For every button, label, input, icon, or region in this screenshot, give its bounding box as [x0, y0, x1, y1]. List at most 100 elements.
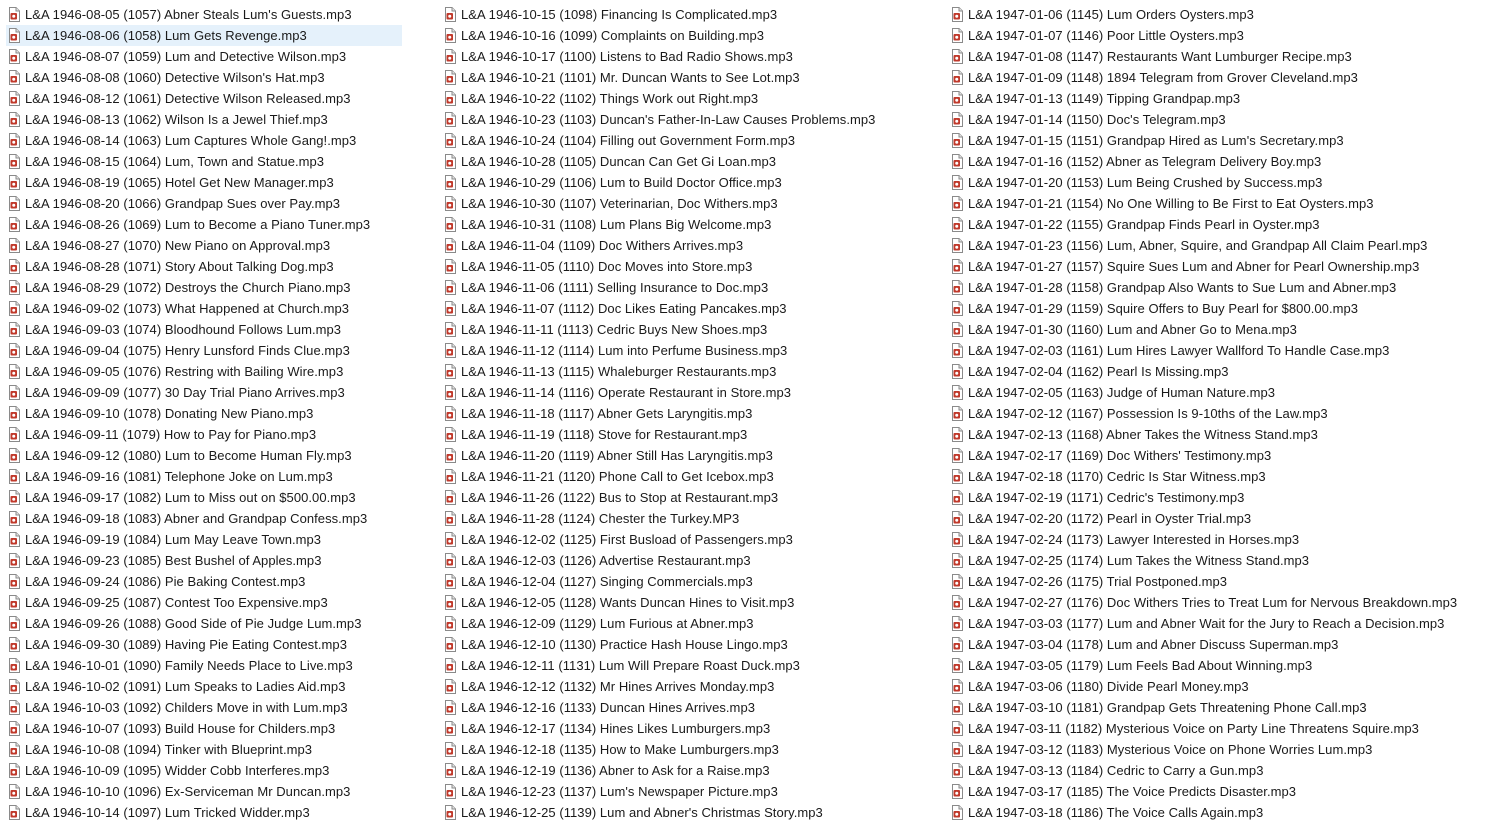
list-item[interactable]: L&A 1946-11-19 (1118) Stove for Restaura… — [442, 424, 912, 445]
list-item[interactable]: L&A 1946-10-23 (1103) Duncan's Father-In… — [442, 109, 912, 130]
list-item[interactable]: L&A 1946-08-06 (1058) Lum Gets Revenge.m… — [6, 25, 402, 46]
list-item[interactable]: L&A 1946-12-16 (1133) Duncan Hines Arriv… — [442, 697, 912, 718]
list-item[interactable]: L&A 1946-08-20 (1066) Grandpap Sues over… — [6, 193, 402, 214]
list-item[interactable]: L&A 1947-01-28 (1158) Grandpap Also Want… — [949, 277, 1501, 298]
list-item[interactable]: L&A 1946-10-02 (1091) Lum Speaks to Ladi… — [6, 676, 402, 697]
list-item[interactable]: L&A 1946-12-25 (1139) Lum and Abner's Ch… — [442, 802, 912, 823]
list-item[interactable]: L&A 1947-01-30 (1160) Lum and Abner Go t… — [949, 319, 1501, 340]
list-item[interactable]: L&A 1946-10-10 (1096) Ex-Serviceman Mr D… — [6, 781, 402, 802]
list-item[interactable]: L&A 1947-02-26 (1175) Trial Postponed.mp… — [949, 571, 1501, 592]
list-item[interactable]: L&A 1946-12-19 (1136) Abner to Ask for a… — [442, 760, 912, 781]
list-item[interactable]: L&A 1946-12-12 (1132) Mr Hines Arrives M… — [442, 676, 912, 697]
list-item[interactable]: L&A 1946-08-08 (1060) Detective Wilson's… — [6, 67, 402, 88]
list-item[interactable]: L&A 1947-02-05 (1163) Judge of Human Nat… — [949, 382, 1501, 403]
list-item[interactable]: L&A 1946-09-09 (1077) 30 Day Trial Piano… — [6, 382, 402, 403]
list-item[interactable]: L&A 1946-10-09 (1095) Widder Cobb Interf… — [6, 760, 402, 781]
list-item[interactable]: L&A 1946-09-10 (1078) Donating New Piano… — [6, 403, 402, 424]
list-item[interactable]: L&A 1946-10-14 (1097) Lum Tricked Widder… — [6, 802, 402, 823]
list-item[interactable]: L&A 1946-09-02 (1073) What Happened at C… — [6, 298, 402, 319]
list-item[interactable]: L&A 1946-12-11 (1131) Lum Will Prepare R… — [442, 655, 912, 676]
list-item[interactable]: L&A 1947-01-20 (1153) Lum Being Crushed … — [949, 172, 1501, 193]
list-item[interactable]: L&A 1947-02-18 (1170) Cedric Is Star Wit… — [949, 466, 1501, 487]
list-item[interactable]: L&A 1946-08-19 (1065) Hotel Get New Mana… — [6, 172, 402, 193]
list-item[interactable]: L&A 1947-02-03 (1161) Lum Hires Lawyer W… — [949, 340, 1501, 361]
list-item[interactable]: L&A 1947-03-12 (1183) Mysterious Voice o… — [949, 739, 1501, 760]
list-item[interactable]: L&A 1946-11-28 (1124) Chester the Turkey… — [442, 508, 912, 529]
list-item[interactable]: L&A 1946-12-04 (1127) Singing Commercial… — [442, 571, 912, 592]
list-item[interactable]: L&A 1946-08-29 (1072) Destroys the Churc… — [6, 277, 402, 298]
list-item[interactable]: L&A 1946-09-18 (1083) Abner and Grandpap… — [6, 508, 402, 529]
list-item[interactable]: L&A 1947-01-14 (1150) Doc's Telegram.mp3 — [949, 109, 1501, 130]
list-item[interactable]: L&A 1947-01-21 (1154) No One Willing to … — [949, 193, 1501, 214]
list-item[interactable]: L&A 1947-01-15 (1151) Grandpap Hired as … — [949, 130, 1501, 151]
list-item[interactable]: L&A 1947-02-27 (1176) Doc Withers Tries … — [949, 592, 1501, 613]
list-item[interactable]: L&A 1947-02-04 (1162) Pearl Is Missing.m… — [949, 361, 1501, 382]
list-item[interactable]: L&A 1947-03-05 (1179) Lum Feels Bad Abou… — [949, 655, 1501, 676]
list-item[interactable]: L&A 1947-02-12 (1167) Possession Is 9-10… — [949, 403, 1501, 424]
list-item[interactable]: L&A 1947-03-11 (1182) Mysterious Voice o… — [949, 718, 1501, 739]
list-item[interactable]: L&A 1947-01-13 (1149) Tipping Grandpap.m… — [949, 88, 1501, 109]
list-item[interactable]: L&A 1946-09-23 (1085) Best Bushel of App… — [6, 550, 402, 571]
list-item[interactable]: L&A 1946-10-01 (1090) Family Needs Place… — [6, 655, 402, 676]
list-item[interactable]: L&A 1946-12-03 (1126) Advertise Restaura… — [442, 550, 912, 571]
list-item[interactable]: L&A 1946-11-07 (1112) Doc Likes Eating P… — [442, 298, 912, 319]
list-item[interactable]: L&A 1946-09-16 (1081) Telephone Joke on … — [6, 466, 402, 487]
list-item[interactable]: L&A 1946-08-27 (1070) New Piano on Appro… — [6, 235, 402, 256]
list-item[interactable]: L&A 1946-11-06 (1111) Selling Insurance … — [442, 277, 912, 298]
list-item[interactable]: L&A 1946-08-12 (1061) Detective Wilson R… — [6, 88, 402, 109]
list-item[interactable]: L&A 1947-02-13 (1168) Abner Takes the Wi… — [949, 424, 1501, 445]
list-item[interactable]: L&A 1946-08-28 (1071) Story About Talkin… — [6, 256, 402, 277]
list-item[interactable]: L&A 1946-08-26 (1069) Lum to Become a Pi… — [6, 214, 402, 235]
list-item[interactable]: L&A 1946-09-04 (1075) Henry Lunsford Fin… — [6, 340, 402, 361]
list-item[interactable]: L&A 1946-09-19 (1084) Lum May Leave Town… — [6, 529, 402, 550]
list-item[interactable]: L&A 1946-11-18 (1117) Abner Gets Laryngi… — [442, 403, 912, 424]
list-item[interactable]: L&A 1946-11-13 (1115) Whaleburger Restau… — [442, 361, 912, 382]
list-item[interactable]: L&A 1946-12-17 (1134) Hines Likes Lumbur… — [442, 718, 912, 739]
list-item[interactable]: L&A 1947-03-18 (1186) The Voice Calls Ag… — [949, 802, 1501, 823]
list-item[interactable]: L&A 1946-09-03 (1074) Bloodhound Follows… — [6, 319, 402, 340]
list-item[interactable]: L&A 1946-12-10 (1130) Practice Hash Hous… — [442, 634, 912, 655]
list-item[interactable]: L&A 1947-01-22 (1155) Grandpap Finds Pea… — [949, 214, 1501, 235]
list-item[interactable]: L&A 1946-09-25 (1087) Contest Too Expens… — [6, 592, 402, 613]
list-item[interactable]: L&A 1947-02-17 (1169) Doc Withers' Testi… — [949, 445, 1501, 466]
list-item[interactable]: L&A 1946-10-03 (1092) Childers Move in w… — [6, 697, 402, 718]
list-item[interactable]: L&A 1946-10-28 (1105) Duncan Can Get Gi … — [442, 151, 912, 172]
list-item[interactable]: L&A 1946-10-30 (1107) Veterinarian, Doc … — [442, 193, 912, 214]
list-item[interactable]: L&A 1946-09-24 (1086) Pie Baking Contest… — [6, 571, 402, 592]
list-item[interactable]: L&A 1946-11-14 (1116) Operate Restaurant… — [442, 382, 912, 403]
list-item[interactable]: L&A 1946-11-21 (1120) Phone Call to Get … — [442, 466, 912, 487]
list-item[interactable]: L&A 1946-10-21 (1101) Mr. Duncan Wants t… — [442, 67, 912, 88]
list-item[interactable]: L&A 1946-12-09 (1129) Lum Furious at Abn… — [442, 613, 912, 634]
list-item[interactable]: L&A 1946-10-31 (1108) Lum Plans Big Welc… — [442, 214, 912, 235]
list-item[interactable]: L&A 1946-11-26 (1122) Bus to Stop at Res… — [442, 487, 912, 508]
list-item[interactable]: L&A 1946-10-17 (1100) Listens to Bad Rad… — [442, 46, 912, 67]
list-item[interactable]: L&A 1946-08-14 (1063) Lum Captures Whole… — [6, 130, 402, 151]
list-item[interactable]: L&A 1946-11-11 (1113) Cedric Buys New Sh… — [442, 319, 912, 340]
list-item[interactable]: L&A 1947-01-16 (1152) Abner as Telegram … — [949, 151, 1501, 172]
list-item[interactable]: L&A 1947-02-24 (1173) Lawyer Interested … — [949, 529, 1501, 550]
list-item[interactable]: L&A 1946-10-07 (1093) Build House for Ch… — [6, 718, 402, 739]
list-item[interactable]: L&A 1947-03-04 (1178) Lum and Abner Disc… — [949, 634, 1501, 655]
list-item[interactable]: L&A 1946-09-05 (1076) Restring with Bail… — [6, 361, 402, 382]
list-item[interactable]: L&A 1946-10-16 (1099) Complaints on Buil… — [442, 25, 912, 46]
list-item[interactable]: L&A 1946-09-30 (1089) Having Pie Eating … — [6, 634, 402, 655]
list-item[interactable]: L&A 1946-11-04 (1109) Doc Withers Arrive… — [442, 235, 912, 256]
list-item[interactable]: L&A 1946-09-12 (1080) Lum to Become Huma… — [6, 445, 402, 466]
list-item[interactable]: L&A 1946-08-13 (1062) Wilson Is a Jewel … — [6, 109, 402, 130]
list-item[interactable]: L&A 1947-03-10 (1181) Grandpap Gets Thre… — [949, 697, 1501, 718]
list-item[interactable]: L&A 1946-10-08 (1094) Tinker with Bluepr… — [6, 739, 402, 760]
list-item[interactable]: L&A 1947-01-06 (1145) Lum Orders Oysters… — [949, 4, 1501, 25]
list-item[interactable]: L&A 1947-01-08 (1147) Restaurants Want L… — [949, 46, 1501, 67]
list-item[interactable]: L&A 1947-01-09 (1148) 1894 Telegram from… — [949, 67, 1501, 88]
list-item[interactable]: L&A 1946-08-07 (1059) Lum and Detective … — [6, 46, 402, 67]
list-item[interactable]: L&A 1946-10-24 (1104) Filling out Govern… — [442, 130, 912, 151]
list-item[interactable]: L&A 1946-09-17 (1082) Lum to Miss out on… — [6, 487, 402, 508]
list-item[interactable]: L&A 1946-08-05 (1057) Abner Steals Lum's… — [6, 4, 402, 25]
list-item[interactable]: L&A 1946-12-18 (1135) How to Make Lumbur… — [442, 739, 912, 760]
list-item[interactable]: L&A 1946-12-05 (1128) Wants Duncan Hines… — [442, 592, 912, 613]
list-item[interactable]: L&A 1946-11-12 (1114) Lum into Perfume B… — [442, 340, 912, 361]
list-item[interactable]: L&A 1947-03-13 (1184) Cedric to Carry a … — [949, 760, 1501, 781]
list-item[interactable]: L&A 1946-09-11 (1079) How to Pay for Pia… — [6, 424, 402, 445]
list-item[interactable]: L&A 1947-02-25 (1174) Lum Takes the Witn… — [949, 550, 1501, 571]
list-item[interactable]: L&A 1947-02-19 (1171) Cedric's Testimony… — [949, 487, 1501, 508]
